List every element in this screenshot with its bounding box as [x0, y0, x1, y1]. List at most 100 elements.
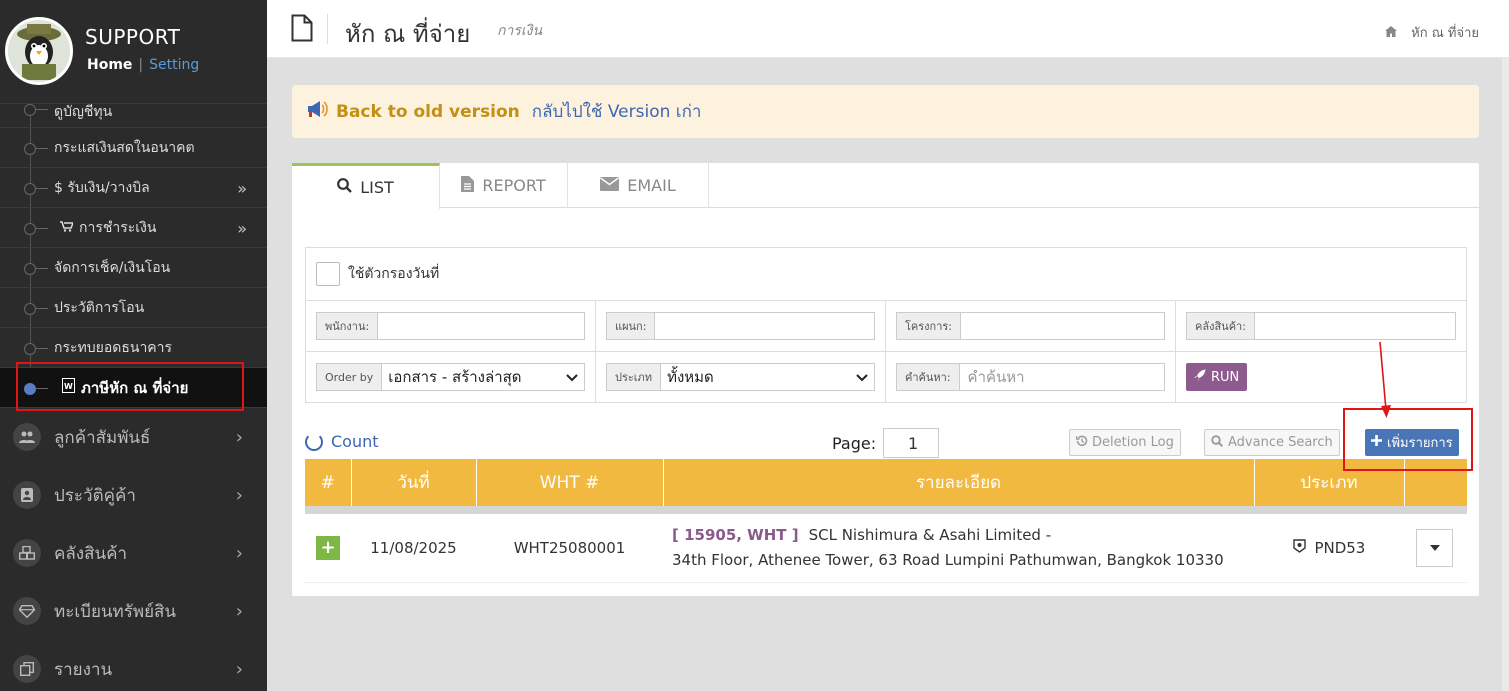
users-icon [13, 423, 41, 451]
chevron-right-icon: › [235, 485, 243, 506]
annotation-arrow [1379, 341, 1391, 418]
sidebar-item-crm[interactable]: ลูกค้าสัมพันธ์ › [0, 408, 267, 466]
row-actions-dropdown[interactable] [1416, 528, 1453, 567]
home-link[interactable]: Home [87, 57, 132, 73]
row-details: [ 15905, WHT ] SCL Nishimura & Asahi Limi… [663, 514, 1254, 583]
table-row[interactable]: + 11/08/2025 WHT25080001 [ 15905, WHT ] S… [305, 514, 1467, 583]
profile-panel: SUPPORT Home | Setting [0, 0, 267, 104]
highlight-box-sidebar [16, 362, 244, 411]
highlight-box-add-button [1343, 408, 1473, 471]
sidebar-item-receive-billing[interactable]: $ รับเงิน/วางบิล » [0, 168, 267, 208]
chevron-down-icon [566, 368, 578, 386]
sidebar-item-warehouse[interactable]: คลังสินค้า › [0, 524, 267, 582]
sidebar-item-payment[interactable]: การชำระเงิน » [0, 208, 267, 248]
row-type: PND53 [1254, 514, 1404, 583]
table-header-row: # วันที่ WHT # รายละเอียด ประเภท [305, 459, 1467, 506]
page-header: หัก ณ ที่จ่าย การเงิน หัก ณ ที่จ่าย [267, 0, 1509, 58]
sidebar-item-label: ประวัติการโอน [54, 299, 145, 316]
search-icon [337, 178, 353, 197]
document-icon [291, 14, 313, 42]
run-button[interactable]: RUN [1186, 363, 1248, 391]
order-by-select[interactable]: เอกสาร - สร้างล่าสุด [381, 363, 585, 391]
sidebar-item-label: คลังสินค้า [54, 543, 128, 564]
warehouse-input[interactable] [1253, 312, 1456, 340]
sidebar-item-assets[interactable]: ทะเบียนทรัพย์สิน › [0, 582, 267, 640]
home-icon[interactable] [1384, 26, 1401, 41]
count-link[interactable]: Count [305, 432, 379, 451]
setting-link[interactable]: Setting [149, 57, 199, 73]
order-by-label: Order by [316, 363, 382, 391]
sidebar-item-label: รายงาน [54, 659, 113, 680]
chevron-right-icon: › [235, 659, 243, 680]
brand-name: SUPPORT [85, 25, 181, 49]
page-label: Page: [832, 434, 877, 453]
vertical-scrollbar[interactable] [1502, 58, 1509, 691]
breadcrumb-current: หัก ณ ที่จ่าย [1411, 26, 1479, 41]
column-header-details[interactable]: รายละเอียด [663, 459, 1255, 506]
revert-version-link[interactable]: กลับไปใช้ Version เก่า [532, 98, 702, 125]
list-toolbar: Count Page: 1 Deletion Log Advance Searc… [305, 426, 1467, 460]
search-input[interactable]: คำค้นหา [958, 363, 1165, 391]
sidebar-item-capital[interactable]: ดูบัญชีทุน [0, 104, 267, 128]
double-chevron-icon: » [237, 219, 247, 238]
sidebar-item-label: กระแสเงินสดในอนาคต [54, 139, 195, 156]
date-filter-label: ใช้ตัวกรองวันที่ [348, 266, 440, 282]
sidebar-item-partner-history[interactable]: ประวัติคู่ค้า › [0, 466, 267, 524]
sidebar-item-reports[interactable]: รายงาน › [0, 640, 267, 691]
sidebar-item-label: ประวัติคู่ค้า [54, 485, 136, 506]
sidebar-item-label: ทะเบียนทรัพย์สิน [54, 601, 177, 622]
version-alert: Back to old version กลับไปใช้ Version เก… [292, 85, 1479, 138]
warehouse-label: คลังสินค้า: [1186, 312, 1254, 340]
cart-icon [60, 220, 75, 236]
filter-form: ใช้ตัวกรองวันที่ พนักงาน: แผนก: โครงการ: [305, 247, 1467, 403]
breadcrumb: หัก ณ ที่จ่าย [1384, 22, 1479, 43]
link-separator: | [138, 57, 144, 73]
date-filter-checkbox[interactable] [316, 262, 340, 286]
file-text-icon [461, 175, 475, 196]
chevron-right-icon: › [235, 427, 243, 448]
department-input[interactable] [654, 312, 875, 340]
chevron-right-icon: › [235, 543, 243, 564]
row-wht-link[interactable]: WHT25080001 [476, 514, 663, 583]
type-select[interactable]: ทั้งหมด [660, 363, 875, 391]
employee-input[interactable] [377, 312, 585, 340]
wht-table: # วันที่ WHT # รายละเอียด ประเภท + 11/08… [305, 459, 1467, 583]
cubes-icon [13, 539, 41, 567]
column-header-wht-no[interactable]: WHT # [476, 459, 664, 506]
type-label: ประเภท [606, 363, 661, 391]
sidebar-item-label: ลูกค้าสัมพันธ์ [54, 427, 151, 448]
back-to-old-version-link[interactable]: Back to old version [336, 102, 520, 122]
copy-icon [13, 655, 41, 683]
avatar[interactable] [5, 17, 73, 85]
column-header-date[interactable]: วันที่ [351, 459, 477, 506]
page-input[interactable]: 1 [883, 428, 939, 458]
tab-report[interactable]: REPORT [440, 163, 568, 208]
deletion-log-button[interactable]: Deletion Log [1069, 429, 1181, 456]
page-title: หัก ณ ที่จ่าย [345, 20, 471, 48]
tab-email[interactable]: EMAIL [568, 163, 709, 208]
page-subtitle: การเงิน [497, 23, 543, 39]
sidebar-item-cheque-transfer[interactable]: จัดการเช็ค/เงินโอน [0, 248, 267, 288]
sidebar-item-future-cashflow[interactable]: กระแสเงินสดในอนาคต [0, 128, 267, 168]
envelope-icon [600, 176, 620, 195]
tab-bar: LIST REPORT EMAIL [292, 163, 1479, 209]
certificate-icon [1292, 539, 1311, 557]
sidebar-item-label: จัดการเช็ค/เงินโอน [54, 259, 171, 276]
double-chevron-icon: » [237, 179, 247, 198]
project-input[interactable] [960, 312, 1165, 340]
diamond-icon [13, 597, 41, 625]
megaphone-icon [306, 100, 328, 123]
sidebar-item-label: ดูบัญชีทุน [54, 104, 113, 120]
profile-links: Home | Setting [87, 57, 199, 73]
refresh-icon [305, 432, 323, 451]
row-tag: [ 15905, WHT ] [672, 525, 799, 544]
row-address: 34th Floor, Athenee Tower, 63 Road Lumpi… [672, 550, 1224, 569]
expand-row-button[interactable]: + [316, 535, 340, 560]
tab-list[interactable]: LIST [292, 163, 440, 209]
department-label: แผนก: [606, 312, 655, 340]
advance-search-button[interactable]: Advance Search [1204, 429, 1340, 456]
chevron-right-icon: › [235, 601, 243, 622]
sidebar-item-transfer-history[interactable]: ประวัติการโอน [0, 288, 267, 328]
row-date: 11/08/2025 [351, 514, 476, 583]
rocket-icon [1194, 369, 1206, 385]
